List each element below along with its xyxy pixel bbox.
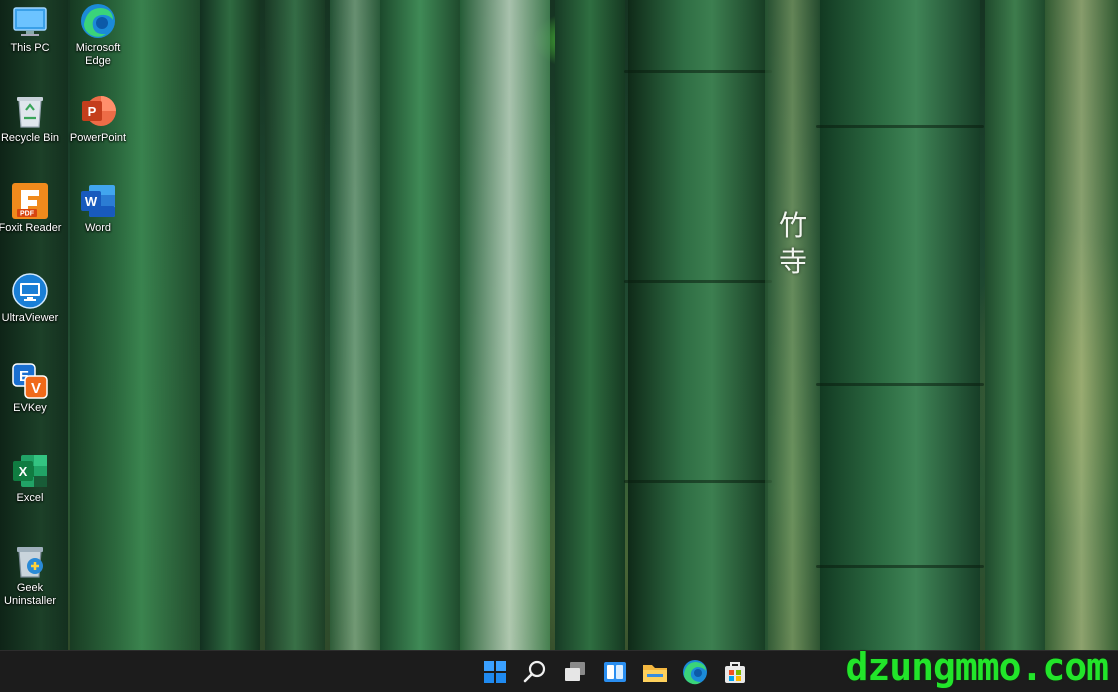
desktop-icon-label: EVKey xyxy=(13,402,47,414)
foxit-reader-icon: PDF xyxy=(11,182,49,220)
search-button[interactable] xyxy=(520,657,550,687)
desktop-icon-foxit-reader[interactable]: PDF Foxit Reader xyxy=(0,182,63,235)
search-icon xyxy=(523,660,546,683)
folder-icon xyxy=(643,665,667,682)
svg-text:PDF: PDF xyxy=(20,211,35,218)
svg-text:P: P xyxy=(88,104,97,119)
excel-icon: X xyxy=(11,452,49,490)
widgets-icon xyxy=(604,662,626,682)
desktop-icon-label: Recycle Bin xyxy=(0,132,60,144)
desktop-icon-ultraviewer[interactable]: UltraViewer xyxy=(0,272,63,325)
watermark-text: dzungmmo.com xyxy=(845,645,1109,689)
ultraviewer-icon xyxy=(11,272,49,310)
task-view-icon xyxy=(565,662,585,681)
store-icon xyxy=(725,662,745,683)
desktop-icon-word[interactable]: W Word xyxy=(65,182,131,235)
task-view-button[interactable] xyxy=(560,657,590,687)
desktop-icon-label: Geek Uninstaller xyxy=(4,582,56,607)
widgets-button[interactable] xyxy=(600,657,630,687)
windows-logo-icon xyxy=(484,661,506,683)
geek-uninstaller-icon xyxy=(11,542,49,580)
desktop-icon-label: Foxit Reader xyxy=(0,222,62,234)
svg-text:V: V xyxy=(31,380,41,397)
desktop-wallpaper xyxy=(0,0,1118,650)
microsoft-store-button[interactable] xyxy=(720,657,750,687)
powerpoint-icon: P xyxy=(79,92,117,130)
start-button[interactable] xyxy=(480,657,510,687)
desktop-icon-label: Excel xyxy=(16,492,44,504)
svg-text:W: W xyxy=(85,194,98,209)
desktop-icon-this-pc[interactable]: This PC xyxy=(0,2,63,55)
monitor-icon xyxy=(11,2,49,40)
file-explorer-button[interactable] xyxy=(640,657,670,687)
desktop-icon-recycle-bin[interactable]: Recycle Bin xyxy=(0,92,63,145)
recycle-bin-icon xyxy=(11,92,49,130)
desktop-icon-label: Word xyxy=(84,222,112,234)
desktop-icon-evkey[interactable]: E V EVKey xyxy=(0,362,63,415)
desktop-icon-geek-uninstaller[interactable]: Geek Uninstaller xyxy=(0,542,63,608)
desktop-icon-label: PowerPoint xyxy=(69,132,127,144)
word-icon: W xyxy=(79,182,117,220)
wallpaper-caption: 竹寺 xyxy=(778,209,807,278)
desktop-icon-microsoft-edge[interactable]: Microsoft Edge xyxy=(65,2,131,68)
edge-icon xyxy=(79,2,117,40)
edge-icon xyxy=(683,660,707,685)
svg-text:X: X xyxy=(19,464,28,479)
desktop-icon-powerpoint[interactable]: P PowerPoint xyxy=(65,92,131,145)
evkey-icon: E V xyxy=(11,362,49,400)
desktop-icon-label: UltraViewer xyxy=(1,312,59,324)
desktop-icon-label: Microsoft Edge xyxy=(75,42,121,67)
desktop-icon-excel[interactable]: X Excel xyxy=(0,452,63,505)
edge-taskbar-button[interactable] xyxy=(680,657,710,687)
desktop-icon-label: This PC xyxy=(10,42,50,54)
